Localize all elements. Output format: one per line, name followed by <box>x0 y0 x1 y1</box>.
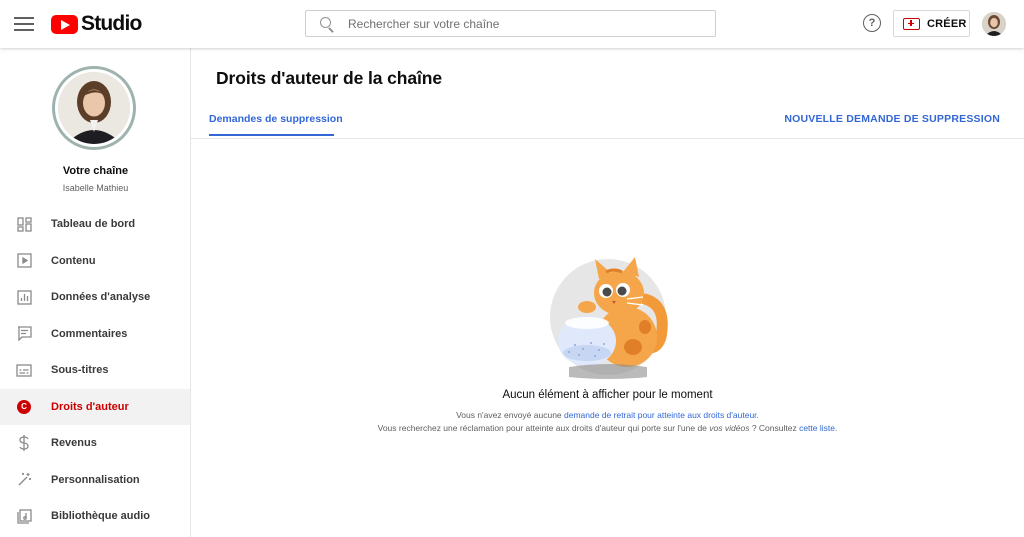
active-tab-indicator <box>209 134 334 136</box>
tab-divider <box>191 138 1024 139</box>
channel-avatar[interactable] <box>52 66 136 150</box>
create-button[interactable]: CRÉER <box>893 10 970 37</box>
logo-text: Studio <box>81 12 142 35</box>
youtube-studio-logo[interactable]: Studio <box>51 12 142 36</box>
sidebar-item-subtitles[interactable]: Sous-titres <box>0 352 190 389</box>
tab-removal-requests[interactable]: Demandes de suppression <box>209 113 343 125</box>
cat-fishbowl-illustration <box>549 255 671 379</box>
sidebar-item-label: Contenu <box>51 254 96 267</box>
sidebar-item-content[interactable]: Contenu <box>0 243 190 280</box>
top-bar: Studio ? CRÉER <box>0 0 1024 48</box>
claims-list-link[interactable]: cette liste <box>799 423 835 433</box>
sidebar-item-dashboard[interactable]: Tableau de bord <box>0 206 190 243</box>
menu-icon[interactable] <box>14 13 34 35</box>
sidebar-item-label: Personnalisation <box>51 473 140 486</box>
help-icon[interactable]: ? <box>863 14 881 32</box>
sidebar-item-label: Bibliothèque audio <box>51 510 150 523</box>
copyright-icon: C <box>16 399 32 415</box>
subtitles-icon <box>16 362 32 378</box>
sidebar-item-earnings[interactable]: Revenus <box>0 425 190 462</box>
dollar-icon <box>16 435 32 452</box>
comments-icon <box>16 326 32 342</box>
empty-line1-prefix: Vous n'avez envoyé aucune <box>456 410 565 420</box>
copyright-removal-request-link[interactable]: demande de retrait pour atteinte aux dro… <box>564 410 757 420</box>
search-input[interactable] <box>348 16 688 31</box>
empty-line2-prefix: Vous recherchez une réclamation pour att… <box>377 423 710 433</box>
sidebar-item-copyright[interactable]: C Droits d'auteur <box>0 388 190 425</box>
youtube-play-icon <box>51 14 78 34</box>
content-icon <box>16 253 32 269</box>
account-avatar[interactable] <box>982 12 1006 36</box>
empty-state-title: Aucun élément à afficher pour le moment <box>502 389 713 401</box>
create-label: CRÉER <box>927 17 967 30</box>
sidebar-item-customization[interactable]: Personnalisation <box>0 462 190 499</box>
channel-title: Votre chaîne <box>62 165 129 177</box>
analytics-icon <box>16 289 32 305</box>
new-removal-request-button[interactable]: NOUVELLE DEMANDE DE SUPPRESSION <box>784 113 1000 125</box>
sidebar-item-label: Tableau de bord <box>51 218 136 231</box>
create-video-icon <box>903 17 920 30</box>
sidebar-item-label: Revenus <box>51 437 97 450</box>
sidebar-item-label: Données d'analyse <box>51 291 151 304</box>
page-title: Droits d'auteur de la chaîne <box>216 68 442 88</box>
sidebar: Votre chaîne Isabelle Mathieu Tableau de… <box>0 48 191 537</box>
search-icon[interactable] <box>320 16 334 31</box>
magic-wand-icon <box>16 472 32 488</box>
empty-line2-italic: vos vidéos <box>709 423 750 433</box>
empty-line2-middle: ? Consultez <box>749 423 800 433</box>
dashboard-icon <box>16 216 32 232</box>
sidebar-item-label: Commentaires <box>51 327 128 340</box>
empty-state-line-1: Vous n'avez envoyé aucune demande de ret… <box>191 410 1024 420</box>
sidebar-nav: Tableau de bord Contenu Données d'analys… <box>0 206 190 535</box>
channel-name: Isabelle Mathieu <box>62 183 129 193</box>
sidebar-item-comments[interactable]: Commentaires <box>0 316 190 353</box>
audio-library-icon <box>16 508 32 524</box>
search-box[interactable] <box>305 10 716 37</box>
sidebar-item-audio-library[interactable]: Bibliothèque audio <box>0 498 190 535</box>
sidebar-item-label: Sous-titres <box>51 364 109 377</box>
empty-line1-suffix: . <box>756 410 759 420</box>
empty-line2-suffix: . <box>834 423 838 433</box>
empty-state-line-2: Vous recherchez une réclamation pour att… <box>191 423 1024 433</box>
sidebar-item-analytics[interactable]: Données d'analyse <box>0 279 190 316</box>
sidebar-item-label: Droits d'auteur <box>51 400 129 413</box>
main-content: Droits d'auteur de la chaîne Demandes de… <box>191 48 1024 537</box>
